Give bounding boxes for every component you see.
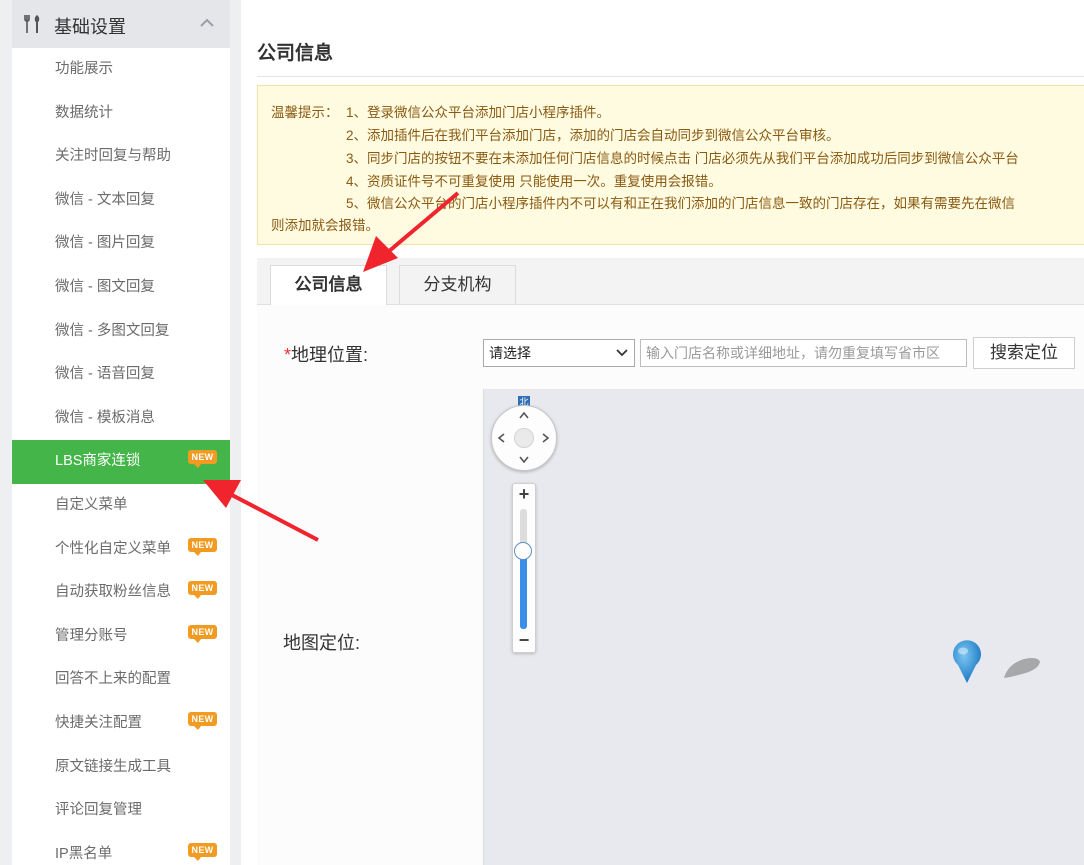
sidebar-item-label: 个性化自定义菜单 bbox=[55, 540, 171, 557]
page-title: 公司信息 bbox=[257, 43, 334, 64]
sidebar-item-label: 评论回复管理 bbox=[55, 802, 142, 819]
sidebar-item-label: IP黑名单 bbox=[55, 845, 113, 862]
sidebar-item-label: 微信 - 文本回复 bbox=[55, 191, 155, 208]
sidebar-menu: 功能展示数据统计关注时回复与帮助 微信 - 文本回复 微信 - 图片回复 微信 - 图… bbox=[12, 48, 230, 865]
new-badge: NEW bbox=[188, 624, 217, 643]
pan-down-icon[interactable] bbox=[518, 453, 530, 465]
sidebar-item[interactable]: 微信 - 图文回复 bbox=[12, 266, 230, 310]
zoom-out-button[interactable]: − bbox=[513, 630, 535, 650]
map-marker-shadow bbox=[1004, 658, 1040, 678]
zoom-in-button[interactable]: + bbox=[513, 484, 535, 504]
new-badge: NEW bbox=[188, 537, 217, 556]
map-zoom-control: + − bbox=[512, 483, 536, 653]
sidebar-item-label: 回答不上来的配置 bbox=[55, 671, 171, 688]
content-panel: 公司信息 温馨提示： 1、登录微信公众平台添加门店小程序插件。 2、添加插件后在… bbox=[241, 0, 1084, 865]
pan-up-icon[interactable] bbox=[518, 410, 530, 422]
tab-company-info[interactable]: 公司信息 bbox=[270, 265, 387, 305]
geo-location-label-text: 地理位置: bbox=[291, 345, 369, 365]
sidebar-item-label: 功能展示 bbox=[55, 61, 113, 77]
pan-right-icon[interactable] bbox=[539, 432, 551, 444]
sidebar-item[interactable]: 管理分账号 NEW bbox=[12, 615, 230, 659]
map-pan-control[interactable] bbox=[491, 405, 557, 471]
tip-prefix: 温馨提示： bbox=[271, 105, 339, 120]
sidebar-item-label: 自定义菜单 bbox=[55, 496, 128, 513]
title-divider bbox=[257, 76, 1084, 77]
tip-line: 4、资质证件号不可重复使用 只能使用一次。重复使用会报错。 bbox=[346, 174, 722, 189]
sidebar-item[interactable]: 数据统计 bbox=[12, 92, 230, 136]
sidebar-item[interactable]: 微信 - 模板消息 bbox=[12, 397, 230, 441]
tools-icon bbox=[24, 15, 40, 33]
tip-line: 5、微信公众平台的门店小程序插件内不可以有和正在我们添加的门店信息一致的门店存在… bbox=[346, 196, 1016, 211]
required-mark: * bbox=[284, 345, 292, 365]
new-badge: NEW bbox=[188, 581, 217, 600]
geo-location-label: *地理位置: bbox=[284, 341, 368, 367]
sidebar-item[interactable]: 功能展示 bbox=[12, 48, 230, 92]
sidebar-item[interactable]: 自定义菜单 bbox=[12, 484, 230, 528]
chevron-up-icon[interactable] bbox=[200, 18, 214, 28]
sidebar-item-label: 微信 - 语音回复 bbox=[55, 366, 155, 383]
sidebar-item-label: 微信 - 图片回复 bbox=[55, 235, 155, 252]
tip-line: 则添加就会报错。 bbox=[271, 218, 379, 233]
sidebar-item[interactable]: 微信 - 语音回复 bbox=[12, 353, 230, 397]
tabs-bar: 公司信息 分支机构 bbox=[257, 258, 1084, 305]
region-select[interactable]: 请选择 bbox=[483, 339, 635, 367]
sidebar-section-header[interactable]: 基础设置 bbox=[12, 0, 230, 48]
sidebar-item[interactable]: 原文链接生成工具 bbox=[12, 746, 230, 790]
sidebar-item-label: 关注时回复与帮助 bbox=[55, 148, 171, 165]
sidebar-item-label: LBS商家连锁 bbox=[55, 453, 141, 470]
map-marker-icon[interactable] bbox=[950, 639, 984, 685]
tip-line: 3、同步门店的按钮不要在未添加任何门店信息的时候点击 门店必须先从我们平台添加成… bbox=[346, 151, 1019, 166]
sidebar-item[interactable]: IP黑名单 NEW bbox=[12, 833, 230, 865]
sidebar-section-title: 基础设置 bbox=[54, 17, 126, 37]
sidebar-item[interactable]: 自动获取粉丝信息 NEW bbox=[12, 571, 230, 615]
map-location-label: 地图定位: bbox=[283, 633, 361, 653]
zoom-slider-track[interactable] bbox=[514, 509, 532, 629]
chevron-down-icon bbox=[616, 349, 628, 357]
sidebar-item[interactable]: 个性化自定义菜单 NEW bbox=[12, 528, 230, 572]
main-content: 公司信息 温馨提示： 1、登录微信公众平台添加门店小程序插件。 2、添加插件后在… bbox=[231, 0, 1084, 865]
tip-line: 1、登录微信公众平台添加门店小程序插件。 bbox=[346, 105, 611, 120]
sidebar-item[interactable]: LBS商家连锁 NEW bbox=[12, 440, 230, 484]
new-badge: NEW bbox=[188, 711, 217, 730]
tip-box: 温馨提示： 1、登录微信公众平台添加门店小程序插件。 2、添加插件后在我们平台添… bbox=[257, 85, 1084, 245]
new-badge: NEW bbox=[188, 450, 217, 469]
map-canvas[interactable]: 北 + − bbox=[483, 389, 1084, 865]
address-input[interactable] bbox=[640, 339, 967, 367]
form-area: *地理位置: 请选择 搜索定位 地图定位: 北 bbox=[257, 305, 1084, 865]
sidebar-item[interactable]: 回答不上来的配置 bbox=[12, 658, 230, 702]
sidebar-item-label: 微信 - 图文回复 bbox=[55, 278, 155, 295]
tab-branches[interactable]: 分支机构 bbox=[399, 265, 516, 304]
sidebar-item-label: 微信 - 模板消息 bbox=[55, 409, 155, 426]
pan-left-icon[interactable] bbox=[496, 432, 508, 444]
sidebar-item-label: 管理分账号 bbox=[55, 627, 128, 644]
sidebar: 基础设置 功能展示数据统计关注时回复与帮助 微信 - 文本回复 微信 - 图片回复微… bbox=[12, 0, 230, 865]
region-select-value: 请选择 bbox=[489, 345, 531, 361]
new-badge: NEW bbox=[188, 842, 217, 861]
zoom-slider-fill bbox=[520, 551, 527, 629]
sidebar-item[interactable]: 微信 - 多图文回复 bbox=[12, 310, 230, 354]
pan-center[interactable] bbox=[514, 428, 534, 448]
sidebar-item[interactable]: 快捷关注配置 NEW bbox=[12, 702, 230, 746]
zoom-slider-handle[interactable] bbox=[514, 542, 532, 560]
tip-line: 2、添加插件后在我们平台添加门店，添加的门店会自动同步到微信公众平台审核。 bbox=[346, 128, 840, 143]
sidebar-item-label: 自动获取粉丝信息 bbox=[55, 584, 171, 601]
sidebar-item[interactable]: 微信 - 图片回复 bbox=[12, 222, 230, 266]
sidebar-item[interactable]: 评论回复管理 bbox=[12, 789, 230, 833]
sidebar-item-label: 微信 - 多图文回复 bbox=[55, 322, 170, 339]
sidebar-item[interactable]: 微信 - 文本回复 bbox=[12, 179, 230, 223]
sidebar-item[interactable]: 关注时回复与帮助 bbox=[12, 135, 230, 179]
search-location-button[interactable]: 搜索定位 bbox=[973, 337, 1075, 369]
sidebar-item-label: 数据统计 bbox=[55, 104, 113, 121]
sidebar-item-label: 快捷关注配置 bbox=[55, 714, 142, 731]
sidebar-item-label: 原文链接生成工具 bbox=[55, 758, 171, 775]
